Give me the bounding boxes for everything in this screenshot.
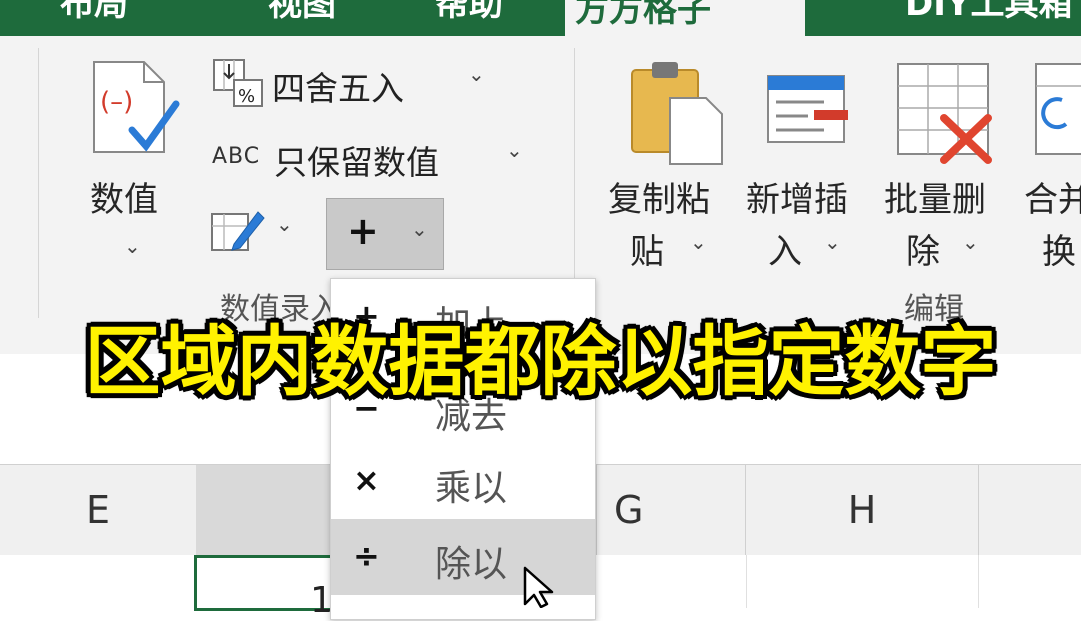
copy-paste-label-1: 复制粘 bbox=[608, 180, 710, 220]
clipboard-icon bbox=[631, 62, 723, 165]
ribbon-tab-bar: 布局 视图 帮助 方方格子 DIY工具箱 bbox=[0, 0, 1081, 36]
merge-label-2: 换 bbox=[1042, 232, 1076, 272]
chevron-down-icon: ⌄ bbox=[962, 230, 979, 254]
chevron-down-icon: ⌄ bbox=[824, 230, 841, 254]
video-caption: 区域内数据都除以指定数字 bbox=[84, 317, 997, 406]
column-header-e[interactable]: E bbox=[0, 465, 197, 555]
chevron-down-icon: ⌄ bbox=[124, 234, 141, 258]
tab-view[interactable]: 视图 bbox=[268, 0, 336, 36]
svg-text:%: % bbox=[238, 86, 255, 107]
chevron-down-icon: ⌄ bbox=[276, 212, 293, 236]
edit-format-button[interactable]: ⌄ bbox=[210, 204, 300, 260]
batch-delete-label-2: 除 bbox=[906, 232, 940, 272]
insert-label-2: 入 bbox=[768, 232, 802, 272]
menu-item-label: 乘以 bbox=[435, 468, 508, 509]
ribbon-separator bbox=[38, 48, 39, 318]
svg-text:(–): (–) bbox=[100, 87, 133, 117]
delete-table-icon bbox=[897, 63, 992, 164]
menu-item-multiply[interactable]: × 乘以 bbox=[331, 443, 595, 519]
cell-g[interactable] bbox=[596, 555, 747, 608]
tab-layout[interactable]: 布局 bbox=[60, 0, 128, 36]
multiply-icon: × bbox=[353, 461, 380, 499]
batch-delete-button[interactable]: 批量删 除 ⌄ bbox=[884, 58, 1014, 288]
chevron-down-icon: ⌄ bbox=[411, 217, 428, 241]
column-header-h[interactable]: H bbox=[746, 465, 979, 555]
value-button-label: 数值 bbox=[90, 180, 158, 220]
batch-delete-label-1: 批量删 bbox=[884, 180, 986, 220]
divide-icon: ÷ bbox=[353, 537, 380, 575]
column-header-i[interactable] bbox=[978, 465, 1081, 555]
tab-help[interactable]: 帮助 bbox=[435, 0, 503, 36]
merge-convert-button[interactable]: 合并 换 bbox=[1024, 58, 1081, 288]
mouse-cursor-icon bbox=[523, 566, 554, 608]
cell-h[interactable] bbox=[746, 555, 979, 608]
chevron-down-icon: ⌄ bbox=[506, 138, 523, 162]
round-label: 四舍五入 bbox=[272, 69, 404, 108]
copy-paste-button[interactable]: 复制粘 贴 ⌄ bbox=[606, 58, 736, 288]
insert-button[interactable]: 新增插 入 ⌄ bbox=[746, 58, 876, 288]
value-icon: (–) bbox=[93, 61, 180, 153]
round-button[interactable]: % 四舍五入 ⌄ bbox=[210, 56, 500, 112]
keep-values-label: 只保留数值 bbox=[274, 143, 439, 182]
menu-item-label: 除以 bbox=[435, 544, 508, 585]
insert-row-icon bbox=[767, 75, 848, 143]
tab-diy-toolbox[interactable]: DIY工具箱 bbox=[905, 0, 1073, 36]
keep-values-button[interactable]: ABC 只保留数值 ⌄ bbox=[210, 132, 530, 188]
operator-dropdown-button[interactable]: + ⌄ bbox=[326, 198, 444, 270]
abc-icon: ABC bbox=[212, 144, 261, 169]
column-header-g[interactable]: G bbox=[596, 465, 746, 555]
chevron-down-icon: ⌄ bbox=[468, 62, 485, 86]
chevron-down-icon: ⌄ bbox=[690, 230, 707, 254]
merge-icon bbox=[1035, 63, 1081, 155]
insert-label-1: 新增插 bbox=[746, 180, 848, 220]
cell-f-selected[interactable]: 1 bbox=[194, 555, 334, 621]
tab-fangfang[interactable]: 方方格子 bbox=[565, 0, 805, 36]
value-button[interactable]: (–) 数值 ⌄ bbox=[82, 58, 182, 288]
pencil-table-icon bbox=[211, 211, 265, 251]
copy-paste-label-2: 贴 bbox=[630, 232, 664, 272]
merge-label-1: 合并 bbox=[1024, 180, 1081, 220]
round-icon: % bbox=[213, 59, 263, 107]
cell-e[interactable] bbox=[0, 555, 195, 608]
plus-icon: + bbox=[347, 209, 379, 253]
